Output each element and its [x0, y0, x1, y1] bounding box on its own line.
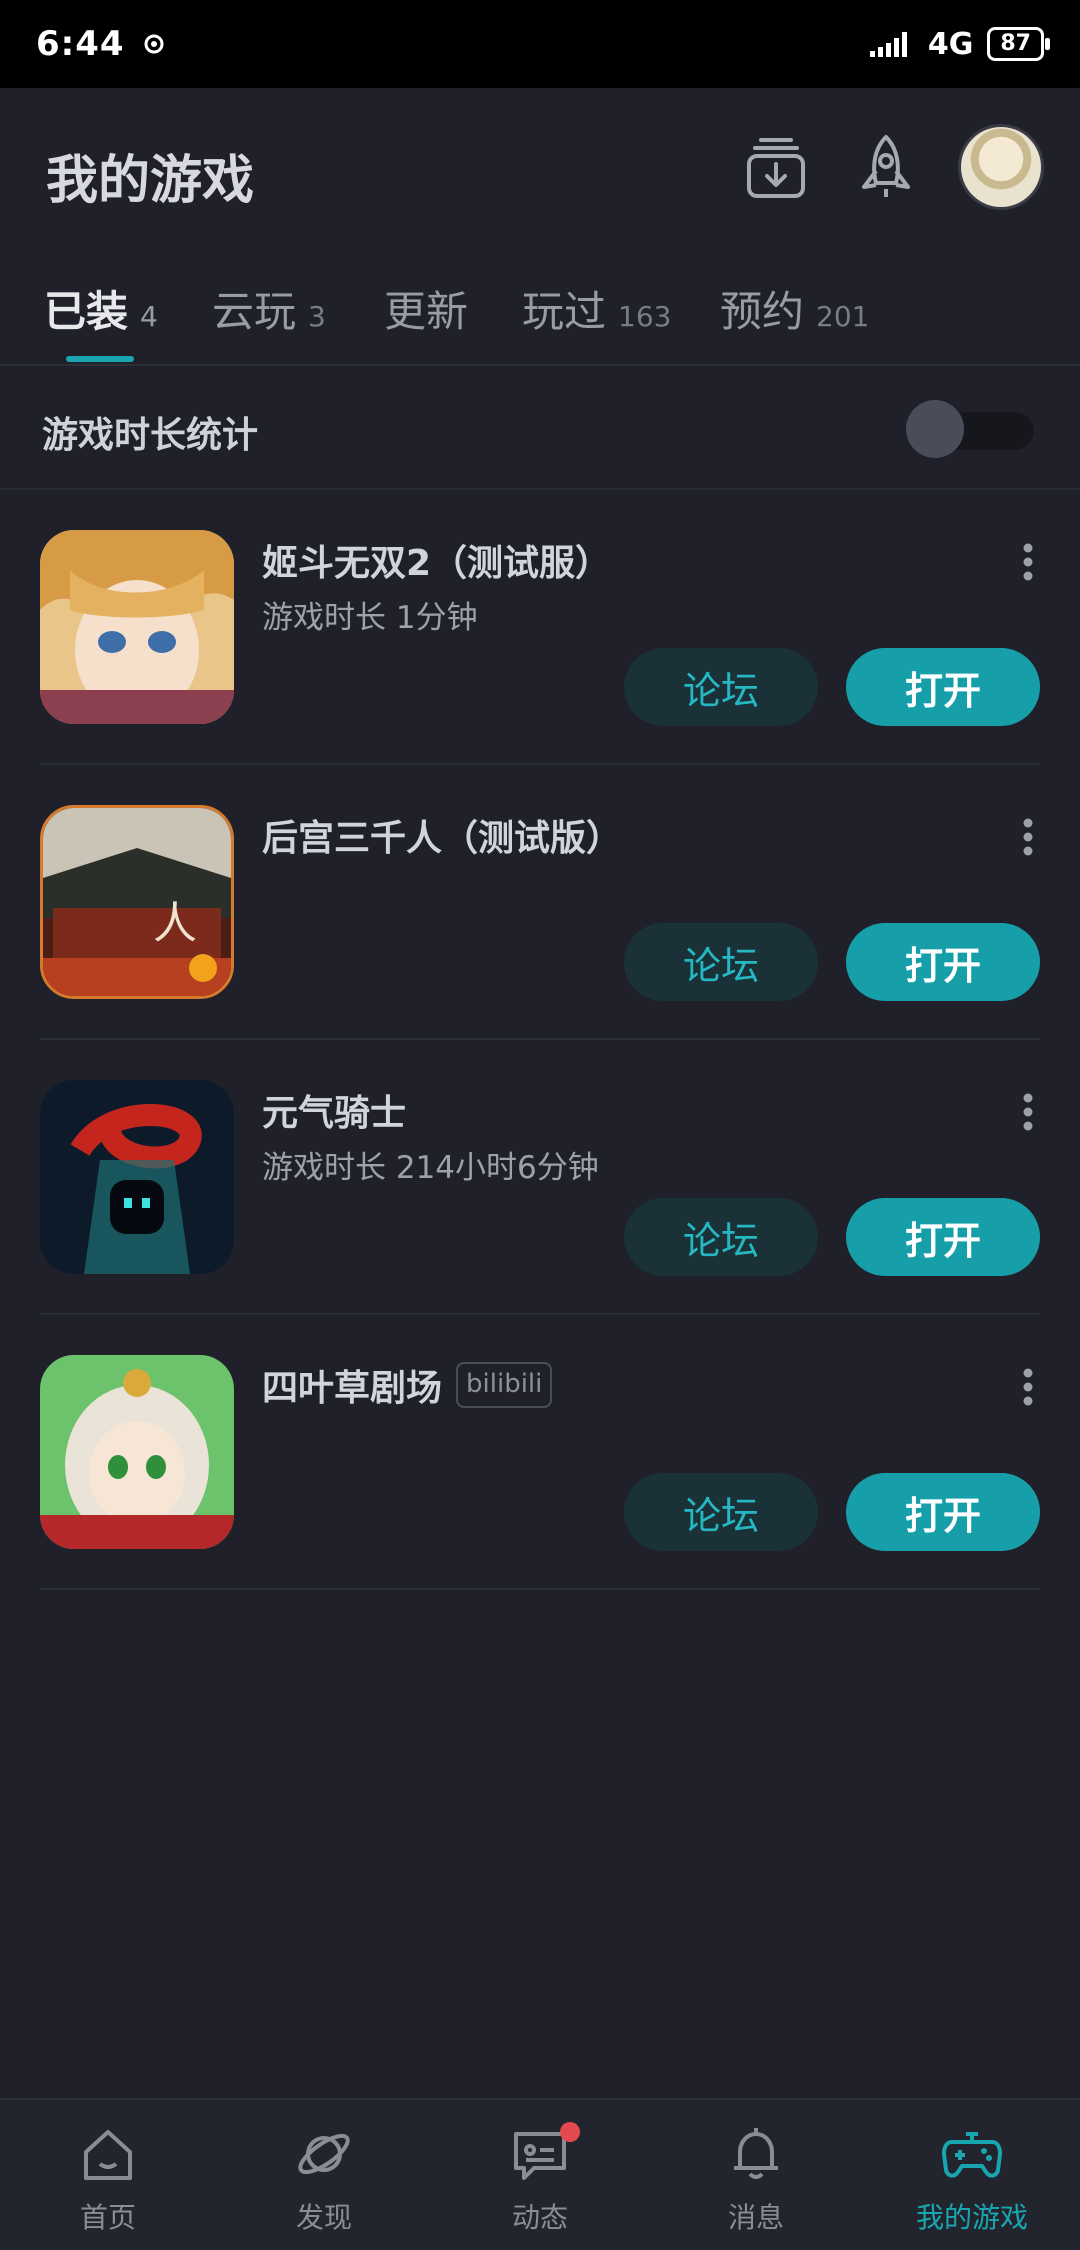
- forum-button[interactable]: 论坛: [624, 1473, 818, 1551]
- more-options-icon[interactable]: [1022, 817, 1034, 857]
- more-options-icon[interactable]: [1022, 1092, 1034, 1132]
- rocket-icon: [862, 135, 910, 197]
- nav-activity[interactable]: 动态: [432, 2100, 648, 2250]
- playtime-stats-toggle[interactable]: [906, 400, 1034, 458]
- game-title: 元气骑士: [262, 1093, 407, 1134]
- game-title: 四叶草剧场 bilibili: [262, 1359, 553, 1411]
- tab-played[interactable]: 玩过 163: [522, 278, 671, 339]
- open-game-button[interactable]: 打开: [846, 1473, 1040, 1551]
- planet-icon: [298, 2133, 350, 2175]
- playtime-stats-row: 游戏时长统计: [0, 366, 1080, 490]
- signal-icon: [869, 32, 907, 57]
- forum-button[interactable]: 论坛: [624, 648, 818, 726]
- open-game-button[interactable]: 打开: [846, 648, 1040, 726]
- open-game-button[interactable]: 打开: [846, 923, 1040, 1001]
- user-avatar[interactable]: [958, 124, 1044, 210]
- status-bar: 6:44 4G 87: [0, 0, 1080, 88]
- page-title: 我的游戏: [46, 151, 255, 211]
- tab-reserved[interactable]: 预约 201: [720, 278, 869, 339]
- installed-games-list: 姬斗无双2（测试服） 游戏时长 1分钟 论坛 打开 人 后宫三千人（测试版） 论…: [0, 490, 1080, 1590]
- game-playtime: 游戏时长 1分钟: [262, 600, 478, 636]
- nav-my-games[interactable]: 我的游戏: [864, 2100, 1080, 2250]
- game-icon[interactable]: [40, 1355, 234, 1549]
- list-item[interactable]: 元气骑士 游戏时长 214小时6分钟 论坛 打开: [0, 1040, 1080, 1315]
- nav-messages[interactable]: 消息: [648, 2100, 864, 2250]
- tab-updates[interactable]: 更新: [384, 278, 468, 339]
- tab-installed[interactable]: 已装 4: [44, 278, 158, 339]
- speed-up-button[interactable]: [848, 130, 924, 206]
- nav-discover[interactable]: 发现: [216, 2100, 432, 2250]
- list-item[interactable]: 姬斗无双2（测试服） 游戏时长 1分钟 论坛 打开: [0, 490, 1080, 765]
- game-playtime: 游戏时长 214小时6分钟: [262, 1150, 599, 1186]
- gamepad-icon: [942, 2132, 1002, 2178]
- list-item[interactable]: 人 后宫三千人（测试版） 论坛 打开: [0, 765, 1080, 1040]
- game-title: 后宫三千人（测试版）: [262, 818, 623, 859]
- network-type: 4G: [927, 26, 974, 62]
- bell-icon: [734, 2128, 778, 2179]
- status-time: 6:44: [36, 24, 125, 64]
- game-icon[interactable]: 人: [40, 805, 234, 999]
- svg-text:人: 人: [153, 898, 197, 949]
- active-tab-indicator: [66, 356, 134, 362]
- nav-home[interactable]: 首页: [0, 2100, 216, 2250]
- list-item[interactable]: 四叶草剧场 bilibili 论坛 打开: [0, 1315, 1080, 1590]
- bottom-navigation: 首页 发现 动态 消息 我的游戏: [0, 2098, 1080, 2250]
- more-options-icon[interactable]: [1022, 1367, 1034, 1407]
- forum-button[interactable]: 论坛: [624, 923, 818, 1001]
- open-game-button[interactable]: 打开: [846, 1198, 1040, 1276]
- download-manager-button[interactable]: [738, 130, 814, 206]
- game-icon[interactable]: [40, 1080, 234, 1274]
- forum-button[interactable]: 论坛: [624, 1198, 818, 1276]
- battery-indicator: 87: [987, 27, 1050, 61]
- game-title: 姬斗无双2（测试服）: [262, 543, 612, 584]
- tab-cloud-play[interactable]: 云玩 3: [212, 278, 326, 339]
- game-tabs: 已装 4 云玩 3 更新 玩过 163 预约 201: [0, 258, 1080, 366]
- playtime-stats-label: 游戏时长统计: [42, 415, 259, 456]
- download-icon: [747, 138, 805, 198]
- notification-icon: [144, 34, 164, 54]
- page-header: 我的游戏: [0, 88, 1080, 248]
- home-icon: [84, 2130, 132, 2180]
- more-options-icon[interactable]: [1022, 542, 1034, 582]
- publisher-tag: bilibili: [456, 1362, 553, 1408]
- notification-badge: [560, 2122, 580, 2142]
- game-icon[interactable]: [40, 530, 234, 724]
